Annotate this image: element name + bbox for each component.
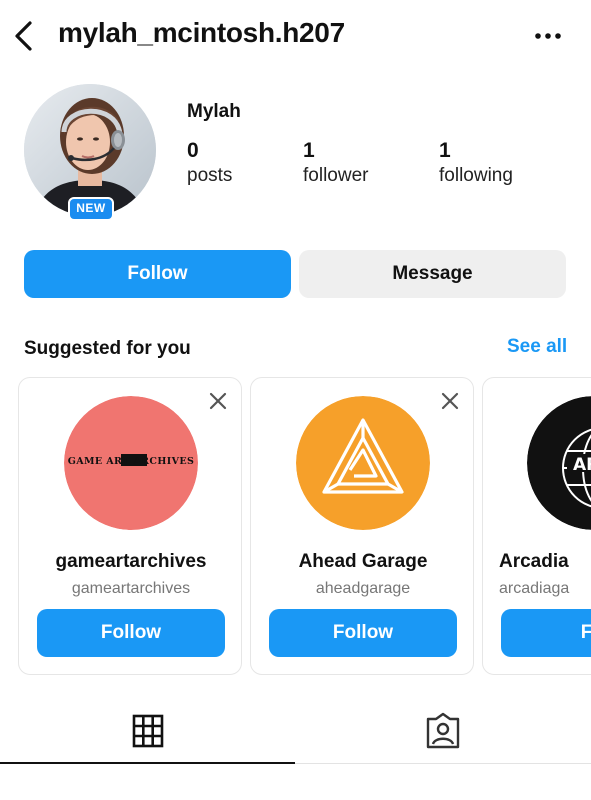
tab-posts-grid[interactable]	[0, 700, 295, 764]
back-button[interactable]	[10, 18, 38, 54]
dismiss-suggestion-button[interactable]	[207, 390, 229, 412]
message-button[interactable]: Message	[299, 250, 566, 298]
posts-count: 0	[187, 139, 199, 162]
suggestion-handle: arcadiaga	[499, 580, 570, 597]
suggestion-card[interactable]: Ahead Garage aheadgarage Follow	[250, 377, 474, 675]
suggestion-follow-button[interactable]: Follow	[37, 609, 225, 657]
grid-icon	[132, 714, 164, 748]
suggested-cards: GAME ART ARCHIVES gameartarchives gamear…	[18, 377, 591, 677]
followers-count: 1	[303, 139, 315, 162]
posts-stat[interactable]: 0 posts	[187, 139, 232, 189]
follow-button[interactable]: Follow	[24, 250, 291, 298]
suggestion-card[interactable]: GAME ART ARCHIVES gameartarchives gamear…	[18, 377, 242, 675]
close-icon	[209, 392, 227, 410]
arcadia-logo-text: ARC	[573, 455, 591, 475]
tabs-divider	[295, 763, 591, 764]
tab-selected-indicator	[0, 762, 295, 764]
tab-tagged[interactable]	[296, 700, 591, 764]
suggestion-name: gameartarchives	[55, 551, 207, 572]
more-options-button[interactable]	[530, 22, 566, 50]
dismiss-suggestion-button[interactable]	[439, 390, 461, 412]
suggestion-handle: gameartarchives	[71, 580, 191, 597]
more-horizontal-icon	[535, 33, 561, 39]
suggestion-name: Arcadia	[499, 551, 569, 572]
followers-stat[interactable]: 1 follower	[303, 139, 368, 189]
followers-label: follower	[303, 165, 369, 186]
arcadia-logo[interactable]: ARC GA	[527, 396, 591, 530]
suggestion-name: Ahead Garage	[298, 551, 428, 572]
following-stat[interactable]: 1 following	[439, 139, 513, 189]
suggestion-card[interactable]: ARC GA Arcadia arcadiaga Fol	[482, 377, 591, 675]
new-badge: NEW	[68, 197, 114, 221]
tagged-person-icon	[426, 712, 460, 749]
profile-username: mylah_mcintosh.h207	[58, 17, 345, 48]
chevron-left-icon	[15, 21, 32, 51]
display-name: Mylah	[187, 101, 241, 122]
top-bar: mylah_mcintosh.h207	[0, 0, 591, 72]
close-icon	[441, 392, 459, 410]
following-count: 1	[439, 139, 451, 162]
suggestion-follow-button[interactable]: Fol	[501, 609, 591, 657]
profile-avatar[interactable]: NEW	[24, 84, 156, 221]
profile-tabs	[0, 700, 591, 766]
gameartarchives-logo-text: GAME ART ARCHIVES	[68, 456, 195, 467]
posts-label: posts	[187, 165, 233, 186]
gameartarchives-logo[interactable]: GAME ART ARCHIVES	[64, 396, 198, 530]
see-all-link[interactable]: See all	[507, 336, 567, 358]
suggested-title: Suggested for you	[24, 338, 191, 359]
following-label: following	[439, 165, 513, 186]
aheadgarage-logo[interactable]	[296, 396, 430, 530]
suggestion-follow-button[interactable]: Follow	[269, 609, 457, 657]
suggestion-handle: aheadgarage	[315, 580, 411, 597]
